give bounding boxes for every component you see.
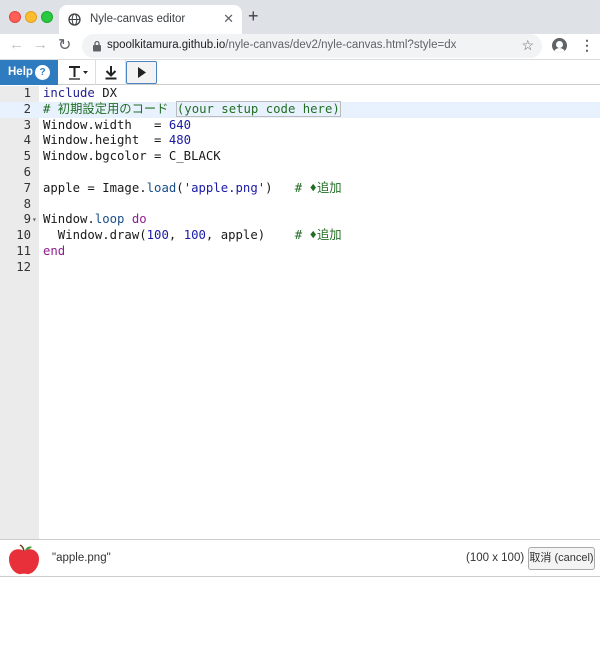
line-number: 12 — [16, 259, 31, 274]
code-token: (your setup code here) — [175, 100, 341, 117]
code-token: # ♦追加 — [294, 228, 342, 243]
code-token: , — [168, 228, 184, 243]
line-number: 4 — [23, 133, 31, 148]
code-token: loop — [94, 212, 125, 227]
code-token: Window. — [43, 212, 95, 227]
forward-arrow-icon[interactable]: → — [33, 36, 48, 53]
code-line[interactable]: 10 Window.draw(100, 100, apple) # ♦追加 — [0, 228, 600, 244]
code-token: load — [146, 180, 177, 195]
code-token: end — [43, 243, 66, 258]
run-button[interactable] — [126, 61, 157, 84]
browser-tab-bar: Nyle-canvas editor ✕ + — [0, 0, 600, 34]
code-token: 'apple.png' — [183, 180, 266, 195]
url-text: spoolkitamura.github.io/nyle-canvas/dev2… — [107, 39, 456, 51]
code-token: Window.width = — [43, 117, 169, 132]
editor-toolbar: Help ? — [0, 60, 600, 85]
code-text: Window.width = 640 — [43, 118, 191, 134]
play-icon — [127, 67, 156, 87]
back-arrow-icon[interactable]: ← — [9, 36, 24, 53]
code-line[interactable]: 3 Window.width = 640 — [0, 118, 600, 134]
help-label: Help — [8, 66, 33, 78]
globe-icon — [68, 13, 81, 31]
reload-icon[interactable]: ↻ — [58, 35, 71, 55]
code-text: Window.bgcolor = C_BLACK — [43, 149, 221, 165]
asset-filename: "apple.png" — [52, 552, 111, 564]
code-token: include — [43, 86, 95, 100]
line-number: 5 — [23, 149, 31, 164]
asset-dimensions: (100 x 100) — [466, 552, 525, 564]
code-text: end — [43, 244, 65, 260]
window-close-button[interactable] — [9, 11, 21, 23]
cancel-button[interactable]: 取消 (cancel) — [528, 547, 595, 570]
code-line[interactable]: 6 — [0, 165, 600, 181]
code-token: ) — [265, 180, 295, 195]
line-number: 6 — [23, 164, 31, 179]
line-number: 3 — [23, 117, 31, 132]
browser-tab[interactable]: Nyle-canvas editor ✕ — [59, 5, 242, 34]
lock-icon — [92, 39, 102, 57]
code-token: # 初期設定用のコード — [43, 101, 176, 116]
new-tab-icon[interactable]: + — [248, 6, 259, 27]
question-icon: ? — [35, 65, 50, 80]
code-lines[interactable]: 1 include DX 2 # 初期設定用のコード (your setup code… — [0, 86, 600, 276]
line-number: 9 — [23, 212, 31, 227]
help-button[interactable]: Help ? — [0, 60, 58, 85]
url-host: spoolkitamura.github.io — [107, 39, 226, 51]
code-text: Window.height = 480 — [43, 133, 191, 149]
code-token: Window.height = — [43, 133, 169, 148]
code-line[interactable]: 7 apple = Image.load('apple.png') # ♦追加 — [0, 181, 600, 197]
line-number: 2 — [23, 101, 31, 116]
line-number: 8 — [23, 196, 31, 211]
bookmark-star-icon[interactable]: ☆ — [521, 37, 534, 54]
code-text: # 初期設定用のコード (your setup code here) — [43, 100, 341, 118]
apple-icon — [6, 544, 42, 581]
code-line[interactable]: 12 — [0, 260, 600, 276]
text-format-button[interactable] — [58, 60, 96, 85]
code-token: # ♦追加 — [294, 180, 342, 195]
url-path: /nyle-canvas/dev2/nyle-canvas.html?style… — [225, 39, 457, 51]
line-number: 10 — [16, 228, 31, 243]
code-text: apple = Image.load('apple.png') # ♦追加 — [43, 181, 342, 197]
window-maximize-button[interactable] — [41, 11, 53, 23]
code-token: 100 — [146, 228, 169, 243]
code-line[interactable]: 2 # 初期設定用のコード (your setup code here) — [0, 100, 600, 118]
tab-title: Nyle-canvas editor — [90, 13, 186, 25]
code-line[interactable]: 8 — [0, 197, 600, 213]
code-token: 480 — [168, 133, 192, 148]
code-line[interactable]: 1 include DX — [0, 86, 600, 102]
line-number: 1 — [23, 86, 31, 100]
asset-panel: "apple.png" (100 x 100) 取消 (cancel) — [0, 539, 600, 577]
code-token: 100 — [183, 228, 206, 243]
code-text: include DX — [43, 86, 117, 102]
profile-avatar-icon[interactable] — [552, 38, 567, 53]
browser-toolbar: ← → ↻ spoolkitamura.github.io/nyle-canva… — [0, 34, 600, 59]
code-token: , apple) — [205, 228, 295, 243]
code-token: Window.bgcolor = C_BLACK — [43, 149, 221, 164]
code-token: apple = Image. — [43, 180, 147, 195]
download-button[interactable] — [96, 60, 126, 85]
code-text: Window.loop do — [43, 212, 147, 228]
line-number: 7 — [23, 180, 31, 195]
code-text: Window.draw(100, 100, apple) # ♦追加 — [43, 228, 342, 244]
code-token: 640 — [168, 117, 192, 132]
window-minimize-button[interactable] — [25, 11, 37, 23]
code-line[interactable]: 9 ▾ Window.loop do — [0, 212, 600, 228]
address-bar[interactable]: spoolkitamura.github.io/nyle-canvas/dev2… — [82, 34, 542, 58]
code-token: Window.draw( — [43, 228, 147, 243]
menu-kebab-icon[interactable]: ⋮ — [580, 37, 594, 54]
code-line[interactable]: 11 end — [0, 244, 600, 260]
code-editor[interactable]: 1 include DX 2 # 初期設定用のコード (your setup code… — [0, 86, 600, 539]
code-line[interactable]: 4 Window.height = 480 — [0, 133, 600, 149]
code-token: do — [131, 212, 147, 227]
code-token: ( — [176, 180, 184, 195]
code-token: DX — [94, 86, 118, 100]
fold-arrow-icon[interactable]: ▾ — [32, 212, 37, 228]
tab-close-icon[interactable]: ✕ — [223, 11, 234, 27]
line-number: 11 — [16, 243, 31, 258]
code-line[interactable]: 5 Window.bgcolor = C_BLACK — [0, 149, 600, 165]
